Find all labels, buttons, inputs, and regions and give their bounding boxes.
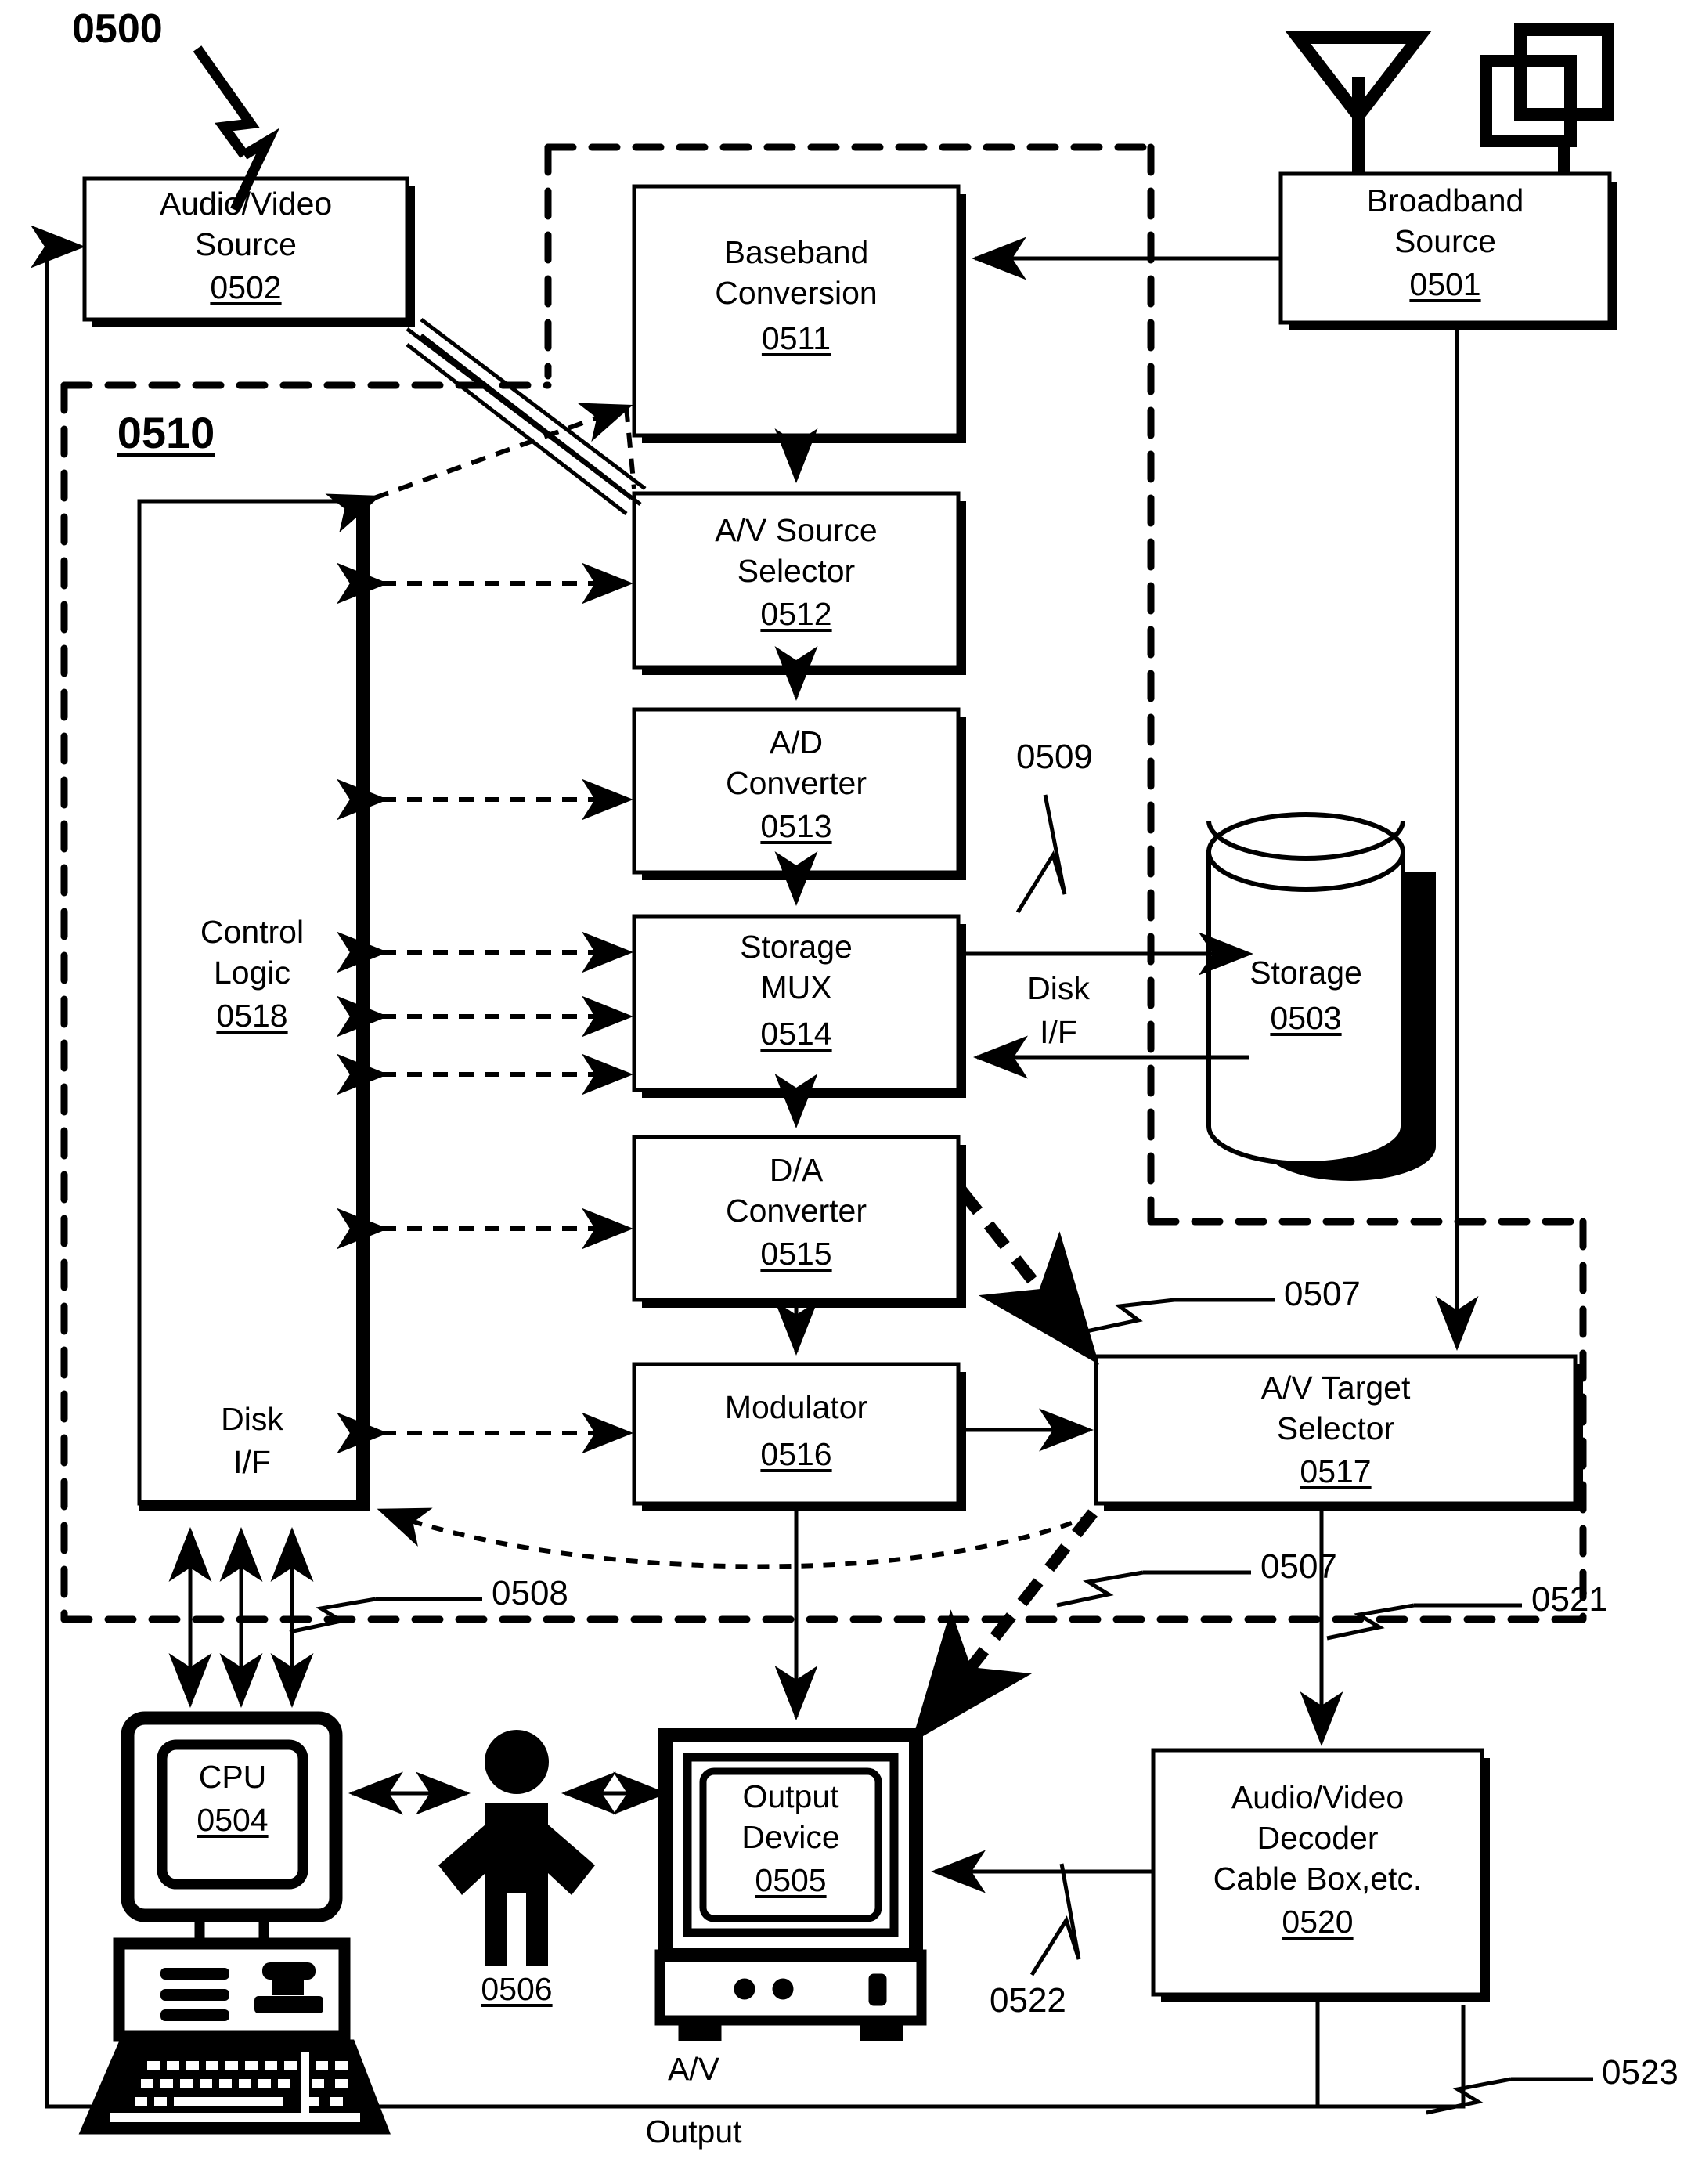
da-converter-label-line2: Converter [725, 1193, 867, 1229]
user-ref: 0506 [481, 1971, 553, 2007]
ad-converter-label-line1: A/D [769, 724, 824, 760]
av-output-label-line2: Output [645, 2114, 742, 2150]
av-target-selector-ref: 0517 [1300, 1453, 1372, 1489]
av-source-label-line2: Source [195, 226, 297, 262]
ad-converter-label-line2: Converter [725, 765, 867, 801]
broadband-label-line2: Source [1394, 223, 1496, 259]
av-target-selector-label-line2: Selector [1276, 1410, 1395, 1446]
output-device-label-line2: Device [741, 1819, 840, 1855]
diagram-vector-layer [31, 23, 1617, 2135]
callout-0522: 0522 [990, 1981, 1066, 2020]
storage-ref: 0503 [1270, 1000, 1342, 1036]
callout-0507-lower: 0507 [1260, 1547, 1337, 1586]
broadband-label-line1: Broadband [1366, 182, 1524, 218]
system-group-ref: 0510 [117, 408, 215, 457]
av-source-label-line1: Audio/Video [159, 186, 333, 222]
av-source-selector-label-line2: Selector [737, 553, 856, 589]
callout-0523: 0523 [1602, 2053, 1679, 2092]
control-logic-ref: 0518 [216, 998, 288, 1034]
satellite-dish-icon [1480, 23, 1614, 174]
patent-figure-canvas: 0500 Audio/Video Source 0502 Broadband S… [0, 0, 1702, 2184]
av-output-label-line1: A/V [667, 2051, 720, 2087]
baseband-label-line2: Conversion [715, 275, 878, 311]
modulator-ref: 0516 [760, 1436, 832, 1472]
disk-if-label-line2: I/F [1040, 1014, 1077, 1050]
control-bus-dashed-arrows [325, 403, 636, 1454]
control-logic-label-line2: Logic [213, 955, 291, 991]
da-converter-label-line1: D/A [769, 1152, 824, 1188]
broadband-ref: 0501 [1409, 266, 1481, 302]
av-source-selector-ref: 0512 [760, 596, 832, 632]
storage-mux-label-line1: Storage [740, 929, 853, 965]
storage-cylinder-shape [1206, 812, 1436, 1181]
av-target-selector-label-line1: A/V Target [1260, 1370, 1411, 1406]
av-source-ref: 0502 [210, 269, 282, 305]
decoder-label-line1: Audio/Video [1231, 1779, 1405, 1815]
baseband-ref: 0511 [761, 320, 831, 356]
control-logic-diskif-line2: I/F [233, 1444, 271, 1480]
person-icon [438, 1730, 595, 1966]
target-selector-feedback-dashed [377, 1507, 1094, 1569]
decoder-label-line3: Cable Box,etc. [1213, 1861, 1423, 1897]
storage-mux-ref: 0514 [760, 1016, 832, 1052]
cpu-label: CPU [198, 1759, 267, 1795]
box-baseband-shape [632, 184, 966, 443]
av-source-selector-label-line1: A/V Source [715, 512, 878, 548]
callout-0521: 0521 [1531, 1580, 1608, 1619]
modulator-label-line1: Modulator [724, 1389, 868, 1425]
decoder-ref: 0520 [1282, 1904, 1354, 1940]
cpu-ref: 0504 [197, 1802, 269, 1838]
da-converter-ref: 0515 [760, 1236, 832, 1272]
ad-converter-ref: 0513 [760, 808, 832, 844]
output-device-ref: 0505 [755, 1862, 827, 1898]
output-device-label-line1: Output [742, 1778, 839, 1814]
callout-0507-upper: 0507 [1284, 1275, 1361, 1313]
baseband-label-line1: Baseband [723, 234, 869, 270]
control-logic-label-line1: Control [200, 914, 305, 950]
control-logic-diskif-line1: Disk [221, 1401, 283, 1437]
disk-if-label-line1: Disk [1027, 970, 1090, 1006]
callout-0509: 0509 [1016, 738, 1093, 776]
decoder-label-line2: Decoder [1257, 1820, 1379, 1856]
storage-label: Storage [1249, 955, 1362, 991]
callout-0508: 0508 [492, 1574, 568, 1612]
figure-number: 0500 [72, 6, 163, 52]
antenna-icon [1285, 31, 1432, 174]
storage-mux-label-line2: MUX [760, 969, 832, 1005]
